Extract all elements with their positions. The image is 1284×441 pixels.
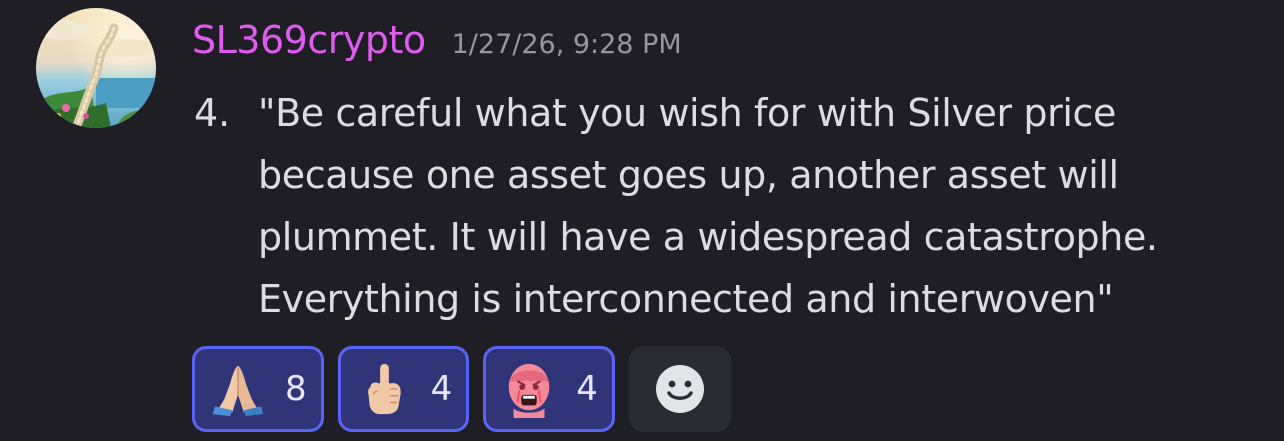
reactions-bar: 8 4 4 xyxy=(192,346,731,432)
reaction-folded-hands[interactable]: 8 xyxy=(192,346,324,432)
reaction-count: 8 xyxy=(285,369,307,409)
user-avatar[interactable] xyxy=(36,8,156,128)
folded-hands-emoji xyxy=(212,365,264,417)
pointing-up-hand-emoji xyxy=(367,363,401,415)
timestamp: 1/27/26, 9:28 PM xyxy=(451,29,682,60)
avatar-image xyxy=(36,8,156,128)
chat-message: SL369crypto 1/27/26, 9:28 PM 4. "Be care… xyxy=(0,0,1284,441)
list-number: 4. xyxy=(194,91,231,135)
add-reaction-button[interactable] xyxy=(628,346,731,432)
reaction-crying-wojak[interactable]: 4 xyxy=(483,346,615,432)
reaction-count: 4 xyxy=(430,369,453,409)
message-header: SL369crypto 1/27/26, 9:28 PM xyxy=(192,18,682,74)
reaction-count: 4 xyxy=(576,369,598,409)
crying-wojak-emoji xyxy=(508,363,550,418)
reaction-pointing-up[interactable]: 4 xyxy=(337,346,470,432)
username[interactable]: SL369crypto xyxy=(192,18,426,62)
smiley-face-icon xyxy=(655,365,704,413)
message-text: "Be careful what you wish for with Silve… xyxy=(258,91,1158,321)
